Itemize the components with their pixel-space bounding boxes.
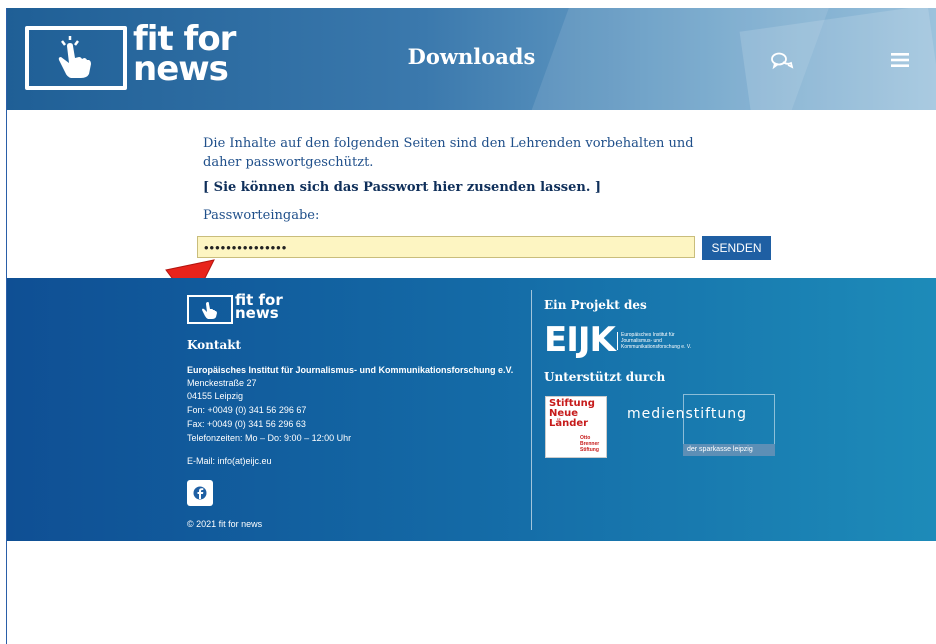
stiftung-neue-laender-logo[interactable]: Stiftung Neue Länder Otto Brenner Stiftu… xyxy=(545,396,607,458)
org-name: Europäisches Institut für Journalismus- … xyxy=(187,365,514,375)
supported-heading: Unterstützt durch xyxy=(544,370,666,384)
street: Menckestraße 27 xyxy=(187,378,257,388)
intro-text: Die Inhalte auf den folgenden Seiten sin… xyxy=(203,136,694,170)
footer-logo-text[interactable]: fit for news xyxy=(235,293,283,322)
footer-logo-box[interactable] xyxy=(187,295,233,324)
site-header: fit for news Downloads xyxy=(7,8,936,110)
page-title: Downloads xyxy=(407,44,536,69)
footer-divider xyxy=(531,290,532,530)
password-input[interactable]: ••••••••••••••• xyxy=(197,236,695,258)
facebook-icon xyxy=(193,486,207,500)
sn-line-3: Länder xyxy=(549,418,589,429)
phone: Fon: +0049 (0) 341 56 296 67 xyxy=(187,405,307,415)
contact-heading: Kontakt xyxy=(187,338,242,352)
project-heading: Ein Projekt des xyxy=(544,298,647,312)
send-password-link[interactable]: [ Sie können sich das Passwort hier zuse… xyxy=(203,180,601,195)
eijk-subtitle: Europäisches Institut für Journalismus- … xyxy=(617,332,691,350)
sn-small-3: Stiftung xyxy=(580,447,599,453)
medienstiftung-logo[interactable]: medienstiftung xyxy=(627,406,747,422)
hand-tap-icon xyxy=(202,302,217,319)
password-label: Passworteingabe: xyxy=(203,208,320,223)
eijk-logo[interactable]: EIJK xyxy=(544,320,616,360)
fax: Fax: +0049 (0) 341 56 296 63 xyxy=(187,419,306,429)
copyright: © 2021 fit for news xyxy=(187,519,263,529)
footer-logo-line-2: news xyxy=(235,304,279,322)
send-button[interactable]: SENDEN xyxy=(702,236,771,260)
eijk-subtitle-line-3: Kommunikationsforschung e. V. xyxy=(621,344,692,350)
site-footer: fit for news Kontakt Europäisches Instit… xyxy=(7,278,936,541)
facebook-button[interactable] xyxy=(187,480,213,506)
hamburger-menu-icon[interactable] xyxy=(891,52,909,68)
city: 04155 Leipzig xyxy=(187,391,244,401)
chat-bubbles-icon[interactable] xyxy=(769,50,795,72)
medienstiftung-bar: der sparkasse leipzig xyxy=(683,444,775,456)
office-hours: Telefonzeiten: Mo – Do: 9:00 – 12:00 Uhr xyxy=(187,433,352,443)
email[interactable]: E-Mail: info(at)eijc.eu xyxy=(187,455,272,468)
